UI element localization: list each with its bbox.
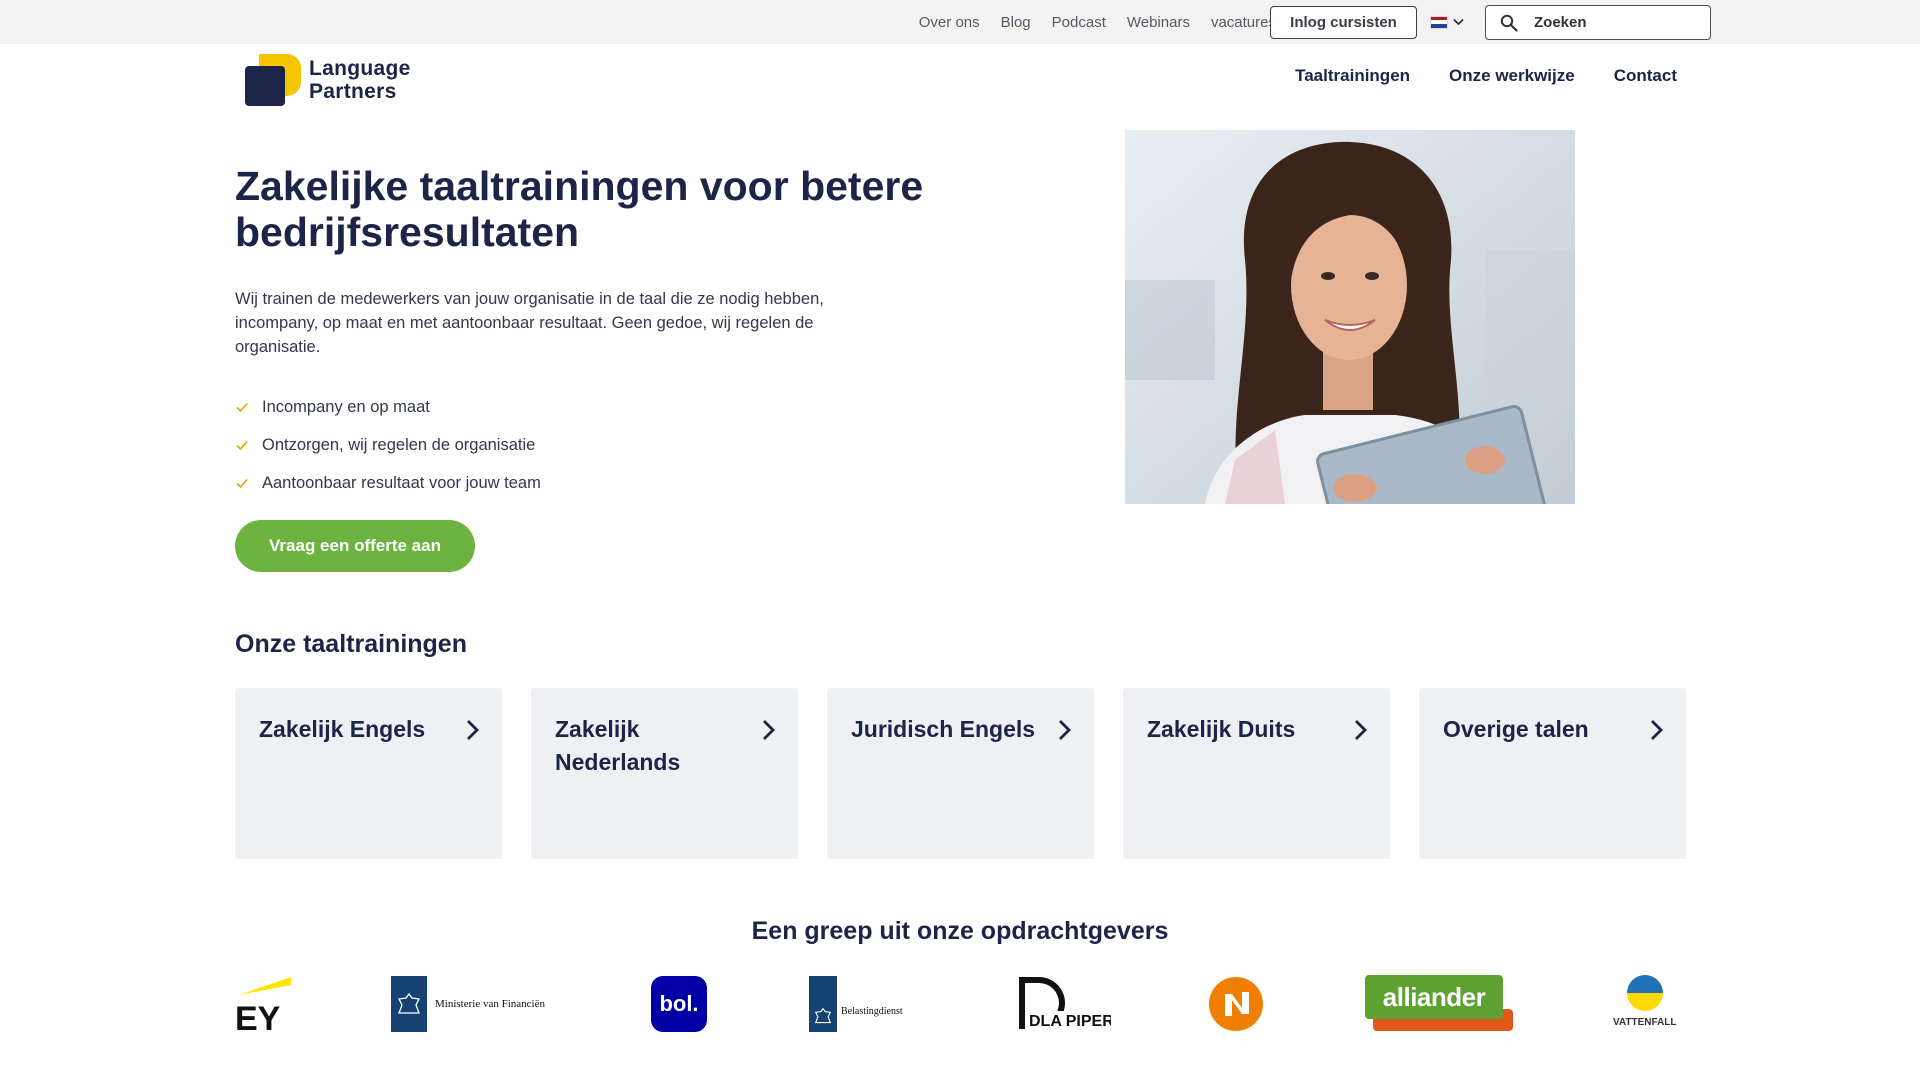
utility-link-vacatures[interactable]: vacatures [1211,14,1276,31]
search-icon [1500,14,1518,32]
nav-taaltrainingen[interactable]: Taaltrainingen [1295,66,1410,86]
chevron-right-icon [1059,720,1071,740]
crest-icon [398,993,420,1014]
training-card-juridisch-engels[interactable]: Juridisch Engels [827,688,1094,859]
bol-logo: bol. [651,975,707,1033]
ey-logo: EY [235,975,295,1033]
search-field[interactable] [1485,5,1711,40]
training-card-overige-talen[interactable]: Overige talen [1419,688,1686,859]
logo-line-1: Language [309,57,411,80]
ministerie-van-financien-logo: Ministerie van Financiën [391,975,545,1033]
chevron-right-icon [1651,720,1663,740]
benefit-text: Ontzorgen, wij regelen de organisatie [262,435,536,454]
hero-intro: Wij trainen de medewerkers van jouw orga… [235,290,824,356]
check-icon [236,478,248,489]
training-card-label: Zakelijk Duits [1147,716,1296,742]
language-partners-logo[interactable]: Language Partners [243,52,411,108]
training-card-zakelijk-engels[interactable]: Zakelijk Engels [235,688,502,859]
check-icon [236,440,248,451]
top-utility-bar: Over ons Blog Podcast Webinars vacatures… [0,0,1920,44]
chevron-right-icon [1355,720,1367,740]
logo-speech-bubbles-icon [245,54,301,106]
bol-logo-text: bol. [659,991,699,1016]
nav-onze-werkwijze[interactable]: Onze werkwijze [1449,66,1575,86]
hero-photo-woman-with-tablet [1125,130,1575,504]
dla-piper-logo: DLA PIPER [1011,975,1111,1033]
crest-icon [814,1008,832,1024]
dutch-flag-icon [1430,15,1448,29]
trainings-section-title: Onze taaltrainingen [235,630,467,658]
main-nav: Taaltrainingen Onze werkwijze Contact [1256,66,1677,86]
nav-contact[interactable]: Contact [1614,66,1677,86]
belastingdienst-logo-text: Belastingdienst [841,1005,903,1017]
belastingdienst-logo: Belastingdienst [809,975,903,1033]
training-card-label: Overige talen [1443,716,1589,742]
request-quote-button[interactable]: Vraag een offerte aan [235,520,475,572]
login-students-button[interactable]: Inlog cursisten [1270,6,1417,39]
chevron-right-icon [467,720,479,740]
vattenfall-logo: VATTENFALL [1613,975,1677,1033]
training-card-zakelijk-duits[interactable]: Zakelijk Duits [1123,688,1390,859]
training-card-zakelijk-nederlands[interactable]: Zakelijk Nederlands [531,688,798,859]
benefit-text: Incompany en op maat [262,397,430,416]
utility-link-over-ons[interactable]: Over ons [919,14,980,31]
chevron-right-icon [763,720,775,740]
search-input[interactable] [1534,14,1694,31]
alliander-logo-text: alliander [1382,981,1486,1012]
logo-wordmark: Language Partners [309,57,411,103]
utility-link-blog[interactable]: Blog [1001,14,1031,31]
vattenfall-circle-icon [1626,975,1663,1011]
chevron-down-icon [1453,18,1464,26]
logo-line-2: Partners [309,80,397,103]
language-selector[interactable] [1430,13,1464,31]
benefit-item: Aantoonbaar resultaat voor jouw team [235,464,541,502]
training-card-label: Zakelijk Engels [259,716,426,742]
nationale-nederlanden-logo [1208,975,1264,1033]
hero-title: Zakelijke taaltrainingen voor betere bed… [235,163,924,255]
dla-piper-logo-text: DLA PIPER [1029,1013,1111,1030]
training-card-label: Zakelijk Nederlands [555,716,681,775]
minfin-logo-text: Ministerie van Financiën [435,998,545,1010]
clients-section-title: Een greep uit onze opdrachtgevers [751,917,1169,945]
utility-link-webinars[interactable]: Webinars [1127,14,1190,31]
benefit-item: Incompany en op maat [235,388,541,426]
ey-logo-text: EY [235,1000,281,1033]
utility-nav: Over ons Blog Podcast Webinars vacatures [898,0,1276,44]
vattenfall-logo-text: VATTENFALL [1613,1017,1677,1028]
trainings-cards: Zakelijk Engels Zakelijk Nederlands Juri… [235,688,1686,859]
utility-link-podcast[interactable]: Podcast [1052,14,1106,31]
training-card-label: Juridisch Engels [851,716,1036,742]
alliander-logo: alliander [1365,975,1513,1033]
benefit-item: Ontzorgen, wij regelen de organisatie [235,426,541,464]
benefits-list: Incompany en op maat Ontzorgen, wij rege… [235,388,541,502]
check-icon [236,402,248,413]
benefit-text: Aantoonbaar resultaat voor jouw team [262,473,541,492]
